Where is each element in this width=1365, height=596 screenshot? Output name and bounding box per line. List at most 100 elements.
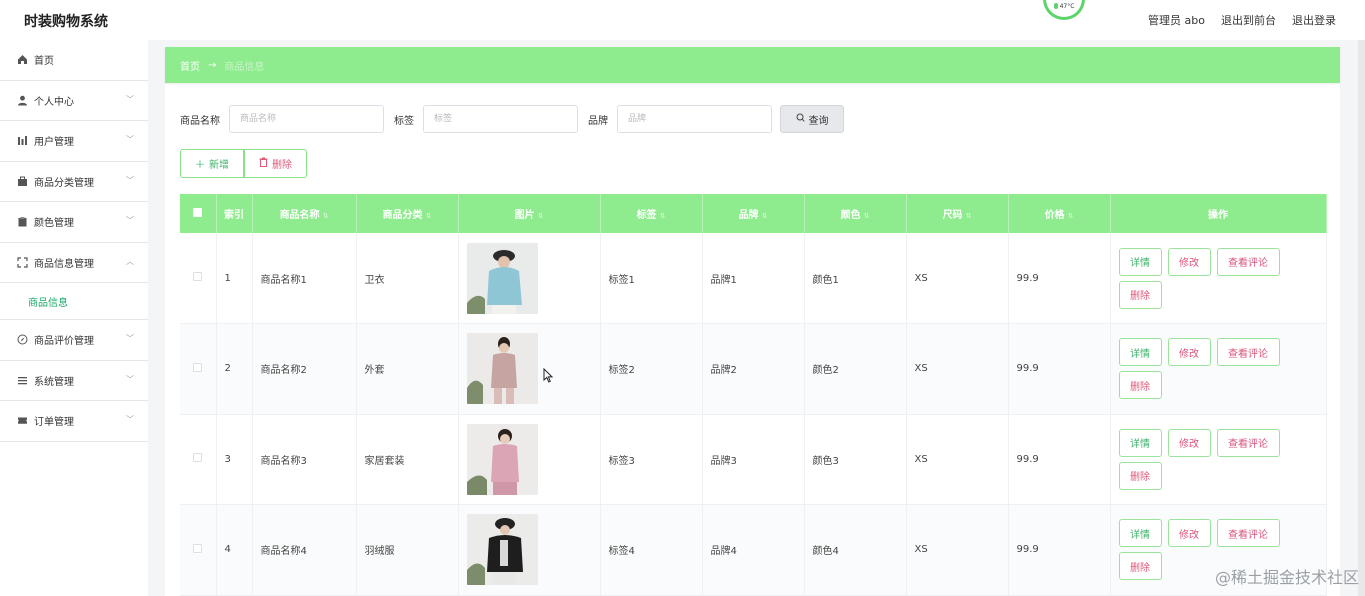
edit-button[interactable]: 修改 [1167,247,1211,276]
cell-color: 颜色1 [804,233,907,324]
sort-icon[interactable]: ⇅ [864,212,870,220]
back-to-front-link[interactable]: 退出到前台 [1221,12,1276,28]
tag-input[interactable] [423,105,578,133]
header-size[interactable]: 尺码 ⇅ [906,194,1009,233]
row-checkbox[interactable] [193,272,203,281]
sort-icon[interactable]: ⇅ [660,212,666,220]
header-product-name[interactable]: 商品名称 ⇅ [252,194,357,233]
header-price[interactable]: 价格 ⇅ [1008,194,1111,233]
remove-button[interactable]: 删除 [1118,280,1162,309]
table-row: 4 商品名称4 羽绒服 标签4 品牌4 颜色4 XS 99.9 详情 修改 查看… [180,504,1327,596]
sidebar-item-category-management[interactable]: 商品分类管理 ﹀ [0,162,148,202]
watermark: @稀土掘金技术社区 [1214,568,1359,587]
edit-button[interactable]: 修改 [1167,428,1211,457]
cell-index: 3 [216,414,253,505]
chevron-down-icon: ﹀ [126,135,134,144]
sidebar-item-system-management[interactable]: 系统管理 ﹀ [0,361,148,401]
cell-size: XS [906,414,1009,505]
cell-category: 羽绒服 [356,504,459,596]
edit-button[interactable]: 修改 [1167,519,1211,548]
product-image[interactable] [466,514,538,586]
delete-button[interactable]: 删除 [244,149,307,178]
row-select-cell[interactable] [180,414,217,505]
view-reviews-button[interactable]: 查看评论 [1216,338,1280,367]
cell-color: 颜色3 [804,414,907,505]
view-reviews-button[interactable]: 查看评论 [1216,247,1280,276]
header-color[interactable]: 颜色 ⇅ [804,194,907,233]
cell-brand: 品牌1 [702,233,805,324]
select-all-cell[interactable] [180,194,217,233]
sidebar-subitem-product-info[interactable]: 商品信息 [0,283,148,320]
sidebar: 首页 个人中心 ﹀ 用户管理 ﹀ 商品分类管理 ﹀ 颜色管理 ﹀ 商品信息管理 … [0,40,148,596]
header-brand[interactable]: 品牌 ⇅ [702,194,805,233]
cell-size: XS [906,233,1009,324]
mouse-cursor-icon [543,368,553,383]
product-image[interactable] [466,242,538,314]
sidebar-item-label: 系统管理 [34,376,74,388]
add-button[interactable]: ＋ 新增 [180,149,244,178]
list-icon [17,375,28,386]
product-image[interactable] [466,423,538,495]
cell-image [458,233,601,324]
row-checkbox[interactable] [193,543,203,553]
detail-button[interactable]: 详情 [1118,247,1162,276]
sort-icon[interactable]: ⇅ [966,212,972,220]
product-image[interactable] [466,333,538,405]
row-checkbox[interactable] [193,362,203,372]
view-reviews-button[interactable]: 查看评论 [1216,519,1280,548]
breadcrumb-home[interactable]: 首页 [180,58,200,73]
row-select-cell[interactable] [180,233,217,324]
add-button-label: 新增 [209,160,229,171]
detail-button[interactable]: 详情 [1118,428,1162,457]
sort-icon[interactable]: ⇅ [426,212,432,220]
detail-button[interactable]: 详情 [1118,519,1162,548]
weather-temperature: 47°C [1059,2,1075,10]
row-actions: 详情 修改 查看评论 删除 [1118,338,1289,400]
sidebar-item-personal-center[interactable]: 个人中心 ﹀ [0,81,148,121]
sidebar-item-home[interactable]: 首页 [0,40,148,81]
sort-icon[interactable]: ⇅ [538,212,544,220]
home-icon [17,54,28,65]
remove-button[interactable]: 删除 [1118,461,1162,490]
brand-input[interactable] [617,105,772,133]
row-actions: 详情 修改 查看评论 删除 [1118,428,1289,490]
chevron-down-icon: ﹀ [126,334,134,343]
action-buttons: ＋ 新增 删除 [180,149,307,178]
product-name-input[interactable] [229,105,384,133]
row-checkbox[interactable] [193,453,203,463]
view-reviews-button[interactable]: 查看评论 [1216,428,1280,457]
compass-icon [17,334,28,345]
page-scrollbar[interactable] [1358,40,1365,596]
sidebar-item-user-management[interactable]: 用户管理 ﹀ [0,121,148,162]
header-tag[interactable]: 标签 ⇅ [600,194,703,233]
sidebar-item-product-info-management[interactable]: 商品信息管理 ︿ [0,243,148,283]
chevron-down-icon: ﹀ [126,374,134,384]
cell-brand: 品牌4 [702,504,805,596]
cell-tag: 标签2 [600,323,703,415]
query-button[interactable]: 查询 [780,105,844,133]
sort-icon[interactable]: ⇅ [323,212,329,220]
logout-link[interactable]: 退出登录 [1292,12,1336,28]
sort-icon[interactable]: ⇅ [1068,212,1074,220]
search-icon [796,113,805,125]
sort-icon[interactable]: ⇅ [762,212,768,220]
remove-button[interactable]: 删除 [1118,371,1162,400]
edit-button[interactable]: 修改 [1167,338,1211,367]
cell-image [458,414,601,505]
sidebar-item-label: 个人中心 [34,96,74,108]
header-image[interactable]: 图片 ⇅ [458,194,601,233]
cell-color: 颜色4 [804,504,907,596]
detail-button[interactable]: 详情 [1118,338,1162,367]
remove-button[interactable]: 删除 [1118,552,1162,581]
cell-tag: 标签4 [600,504,703,596]
weather-widget: 47°C [1043,0,1085,20]
header-category[interactable]: 商品分类 ⇅ [356,194,459,233]
sidebar-item-order-management[interactable]: 订单管理 ﹀ [0,401,148,442]
sidebar-item-color-management[interactable]: 颜色管理 ﹀ [0,202,148,243]
sidebar-item-review-management[interactable]: 商品评价管理 ﹀ [0,320,148,361]
row-select-cell[interactable] [180,504,217,596]
row-select-cell[interactable] [180,323,217,415]
cell-index: 2 [216,323,253,415]
select-all-checkbox[interactable] [193,207,203,217]
app-root: 时装购物系统 47°C 管理员 abo 退出到前台 退出登录 首页 个人中心 ﹀ [0,0,1365,596]
